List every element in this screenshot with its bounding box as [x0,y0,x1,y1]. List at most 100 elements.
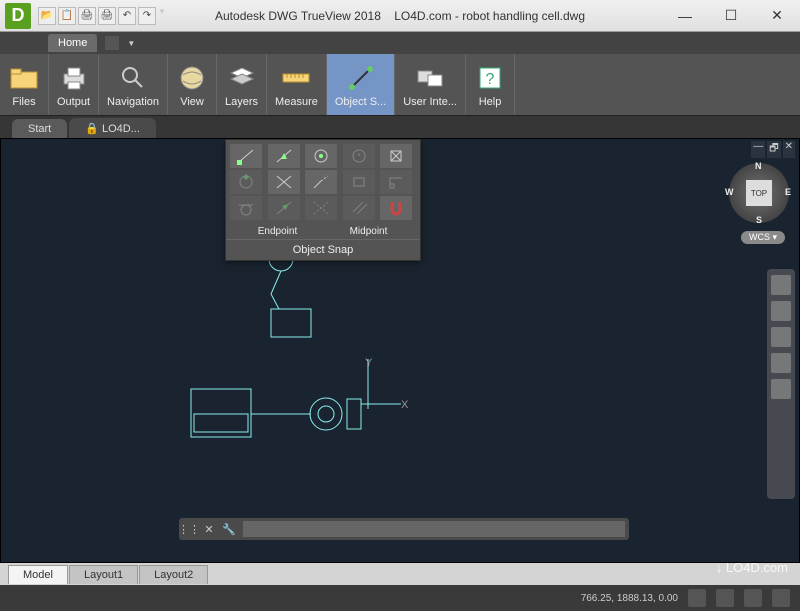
nav-orbit-icon[interactable] [771,353,791,373]
magnifier-icon [117,62,149,94]
qat-print1-icon[interactable]: 🖨 [78,7,96,25]
ribbon-label: Help [479,96,502,108]
snap-label-midpoint: Midpoint [325,226,412,237]
snap-insertion-icon[interactable] [343,170,375,194]
ribbon-label: Output [57,96,90,108]
ribbon-panel-view[interactable]: View [168,54,217,115]
snap-label-endpoint: Endpoint [234,226,321,237]
maximize-button[interactable]: ☐ [708,1,754,31]
navigation-bar [767,269,795,499]
nav-show-icon[interactable] [771,379,791,399]
svg-text:*: * [357,152,360,161]
snap-icon [345,62,377,94]
doc-tab-start[interactable]: Start [12,119,67,138]
viewport-controls: — 🗗 ✕ [751,141,795,158]
ribbon-panel-object-snap[interactable]: Object S... [327,54,395,115]
qat-undo-icon[interactable]: ↶ [118,7,136,25]
ribbon-panel-user-interface[interactable]: User Inte... [395,54,466,115]
snap-perpendicular-icon[interactable] [380,170,412,194]
cmdline-handle-icon[interactable]: ⋮⋮ [179,520,199,538]
status-snap-icon[interactable] [716,589,734,607]
qat-open-icon[interactable]: 📂 [38,7,56,25]
ribbon-panel-help[interactable]: ? Help [466,54,515,115]
object-snap-panel: * Endpoint Midpoint Object Snap [225,139,421,261]
ribbon-panel-output[interactable]: Output [49,54,99,115]
ribbon-panel-measure[interactable]: Measure [267,54,327,115]
axis-y-label: Y [365,357,372,369]
ribbon-label: Files [12,96,35,108]
cmdline-close-icon[interactable]: ✕ [199,520,219,538]
snap-intersection-icon[interactable] [268,170,300,194]
snap-labels: Endpoint Midpoint [226,224,420,239]
close-button[interactable]: ✕ [754,1,800,31]
wcs-badge[interactable]: WCS ▾ [741,231,785,244]
ribbon-dropdown-icon[interactable]: ▼ [127,39,135,48]
ribbon-tab-home[interactable]: Home [48,34,97,52]
nav-zoom-icon[interactable] [771,327,791,347]
cmdline-wrench-icon[interactable]: 🔧 [219,520,239,538]
status-bar: 766.25, 1888.13, 0.00 [0,585,800,611]
snap-endpoint-icon[interactable] [230,144,262,168]
snap-nearest-icon[interactable] [268,196,300,220]
ribbon-label: Measure [275,96,318,108]
snap-parallel-icon[interactable] [343,196,375,220]
watermark: ↓ LO4D.com [716,560,788,575]
qat-dropdown-icon[interactable]: ▼ [158,7,166,25]
status-settings-icon[interactable] [744,589,762,607]
snap-midpoint-icon[interactable] [268,144,300,168]
window-title: Autodesk DWG TrueView 2018 LO4D.com - ro… [215,9,585,23]
snap-node-icon[interactable] [380,144,412,168]
snap-extension-icon[interactable] [305,170,337,194]
ribbon-label: Object S... [335,96,386,108]
command-input[interactable] [243,521,625,537]
nav-wheel-icon[interactable] [771,275,791,295]
status-coords: 766.25, 1888.13, 0.00 [581,593,678,604]
status-menu-icon[interactable] [772,589,790,607]
snap-apparent-icon[interactable] [305,196,337,220]
qat-copy-icon[interactable]: 📋 [58,7,76,25]
command-line[interactable]: ⋮⋮ ✕ 🔧 [179,518,629,540]
layout-tab-layout2[interactable]: Layout2 [139,565,208,584]
ribbon-panel-navigation[interactable]: Navigation [99,54,168,115]
qat-redo-icon[interactable]: ↷ [138,7,156,25]
layout-tabs: Model Layout1 Layout2 [0,563,800,585]
ribbon-panel-layers[interactable]: Layers [217,54,267,115]
ribbon-label: Layers [225,96,258,108]
qat-print2-icon[interactable]: 🖨 [98,7,116,25]
printer-icon [58,62,90,94]
viewcube-e[interactable]: E [785,187,791,197]
snap-geocenter-icon[interactable]: * [343,144,375,168]
snap-magnet-icon[interactable] [380,196,412,220]
app-logo-icon[interactable]: D [5,3,31,29]
snap-center-icon[interactable] [305,144,337,168]
ribbon-label: View [180,96,204,108]
status-grid-icon[interactable] [688,589,706,607]
ribbon-mini-icon[interactable] [105,36,119,50]
ribbon-label: User Inte... [403,96,457,108]
help-icon: ? [474,62,506,94]
viewcube-s[interactable]: S [756,215,762,225]
layout-tab-layout1[interactable]: Layout1 [69,565,138,584]
drawing-canvas[interactable]: — 🗗 ✕ * Endpoint Midpoint Object Snap [0,138,800,563]
nav-pan-icon[interactable] [771,301,791,321]
viewcube-w[interactable]: W [725,187,734,197]
document-tabs: Start 🔒 LO4D... [0,116,800,138]
doc-tab-file[interactable]: 🔒 LO4D... [69,118,156,138]
folder-icon [8,62,40,94]
minimize-button[interactable]: — [662,1,708,31]
ribbon-panel-files[interactable]: Files [0,54,49,115]
snap-tangent-icon[interactable] [230,196,262,220]
titlebar: D 📂 📋 🖨 🖨 ↶ ↷ ▼ Autodesk DWG TrueView 20… [0,0,800,32]
viewport-minimize-icon[interactable]: — [751,141,765,158]
viewport-restore-icon[interactable]: 🗗 [767,141,780,158]
viewport-close-icon[interactable]: ✕ [783,141,795,158]
viewcube-face[interactable]: TOP [746,180,772,206]
layout-tab-model[interactable]: Model [8,565,68,584]
ribbon-tab-strip: Home ▼ [0,32,800,54]
viewcube[interactable]: TOP N S E W [729,163,789,223]
snap-quadrant-icon[interactable] [230,170,262,194]
screens-icon [414,62,446,94]
snap-panel-title: Object Snap [226,239,420,260]
ribbon: Files Output Navigation View Layers Meas… [0,54,800,116]
viewcube-n[interactable]: N [755,161,762,171]
